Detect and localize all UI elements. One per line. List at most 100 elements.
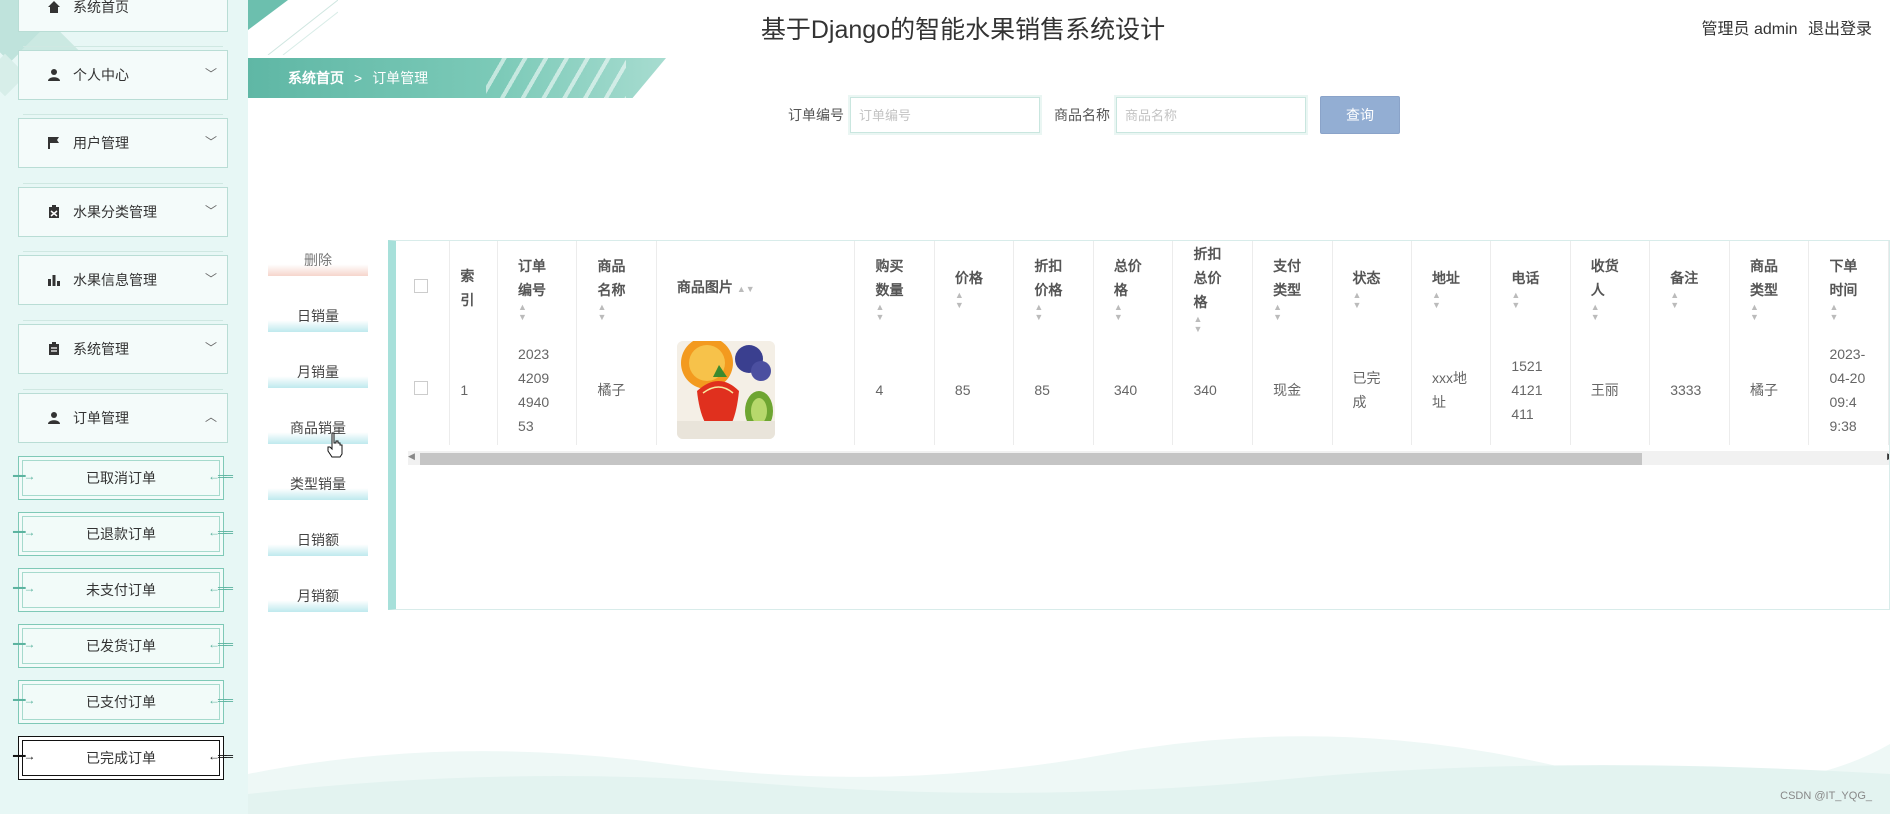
sidebar-subitem-label: 已取消订单 xyxy=(86,470,156,486)
arrow-left-icon: ←══ xyxy=(207,749,233,763)
sort-icon[interactable]: ▲▼ xyxy=(597,302,635,322)
sort-icon[interactable]: ▲▼ xyxy=(1432,290,1470,310)
cell-total: 340 xyxy=(1093,335,1174,445)
column-header[interactable]: 购买数量 ▲ ▼ xyxy=(854,241,935,335)
delete-button[interactable]: 删除 xyxy=(268,250,368,276)
app-title: 基于Django的智能水果销售系统设计 xyxy=(760,16,1166,44)
document-icon xyxy=(45,340,63,358)
sort-icon[interactable]: ▲▼ xyxy=(1750,302,1788,322)
sidebar-item-system[interactable]: 系统管理 ﹀ xyxy=(18,320,228,374)
arrow-left-icon: ←══ xyxy=(207,581,233,595)
table-row[interactable]: 1 202342094940 53 橘子 4 85 85 340 340 现金 … xyxy=(400,335,1889,445)
chevron-down-icon: ﹀ xyxy=(204,67,217,81)
cell-product-image xyxy=(656,335,856,445)
cell-price: 85 xyxy=(934,335,1015,445)
sort-icon[interactable]: ▲▼ xyxy=(1193,314,1232,334)
column-header[interactable]: 状态 ▲ ▼ xyxy=(1332,241,1412,335)
sidebar-subitem-shipped[interactable]: ━━→ 已发货订单 ←══ xyxy=(13,624,233,668)
type-sales-button[interactable]: 类型销量 xyxy=(268,474,368,500)
sidebar-subitem-completed[interactable]: ━━→ 已完成订单 ←══ xyxy=(13,736,233,780)
breadcrumb-home[interactable]: 系统首页 xyxy=(288,68,344,88)
daily-sales-button[interactable]: 日销量 xyxy=(268,306,368,332)
chevron-down-icon: ﹀ xyxy=(204,135,217,149)
sort-icon[interactable]: ▲▼ xyxy=(1273,302,1311,322)
horizontal-scrollbar[interactable]: ◀ ▶ xyxy=(408,451,1889,465)
product-sales-button[interactable]: 商品销量 xyxy=(268,418,368,444)
sort-icon[interactable]: ▲▼ xyxy=(1591,302,1629,322)
sidebar-subitem-label: 已支付订单 xyxy=(86,694,156,710)
column-header[interactable]: 商品名称 ▲ ▼ xyxy=(576,241,657,335)
chevron-down-icon: ﹀ xyxy=(204,204,217,218)
order-no-input[interactable] xyxy=(848,95,1042,135)
sidebar-item-label: 用户管理 xyxy=(73,135,129,151)
column-header[interactable]: 收货人 ▲ ▼ xyxy=(1570,241,1651,335)
product-image[interactable] xyxy=(676,341,775,439)
cell-receiver: 王丽 xyxy=(1570,335,1651,445)
arrow-left-icon: ←══ xyxy=(207,525,233,539)
column-header: 索引 xyxy=(449,241,499,335)
sidebar-item-profile[interactable]: 个人中心 ﹀ xyxy=(18,46,228,100)
sort-icon[interactable]: ▲▼ xyxy=(875,302,913,322)
logout-link[interactable]: 退出登录 xyxy=(1808,21,1872,38)
sidebar-item-fruit-category[interactable]: 水果分类管理 ﹀ xyxy=(18,183,228,237)
daily-revenue-button[interactable]: 日销额 xyxy=(268,530,368,556)
column-header[interactable]: 折扣总价格 ▲ ▼ xyxy=(1172,241,1254,335)
clipboard-icon xyxy=(45,203,63,221)
scrollbar-thumb[interactable] xyxy=(420,453,1642,465)
product-name-input[interactable] xyxy=(1114,95,1308,135)
column-header[interactable]: 订单编号 ▲ ▼ xyxy=(497,241,578,335)
column-header[interactable]: 价格 ▲ ▼ xyxy=(934,241,1015,335)
sort-icon[interactable]: ▲▼ xyxy=(518,302,556,322)
cell-quantity: 4 xyxy=(854,335,935,445)
sort-icon[interactable]: ▲▼ xyxy=(1670,290,1709,310)
sidebar-subitem-refunded[interactable]: ━━→ 已退款订单 ←══ xyxy=(13,512,233,556)
monthly-sales-button[interactable]: 月销量 xyxy=(268,362,368,388)
sort-icon[interactable]: ▲▼ xyxy=(1511,290,1549,310)
sidebar-subitem-unpaid[interactable]: ━━→ 未支付订单 ←══ xyxy=(13,568,233,612)
breadcrumb-separator: > xyxy=(354,70,363,86)
sidebar-item-orders[interactable]: 订单管理 ︿ xyxy=(18,389,228,443)
sidebar-item-label: 系统管理 xyxy=(73,341,129,357)
arrow-left-icon: ←══ xyxy=(207,469,233,483)
sidebar: 系统首页 个人中心 ﹀ 用户管理 ﹀ 水果分类管理 ﹀ 水果信息管理 ﹀ 系统管… xyxy=(0,0,248,814)
column-header[interactable]: 商品图片 ▲▼ xyxy=(656,241,856,335)
sidebar-subitem-paid[interactable]: ━━→ 已支付订单 ←══ xyxy=(13,680,233,724)
sort-icon[interactable]: ▲▼ xyxy=(737,284,755,294)
sort-icon[interactable]: ▲▼ xyxy=(1034,302,1072,322)
column-header[interactable]: 电话 ▲ ▼ xyxy=(1490,241,1571,335)
chevron-up-icon: ︿ xyxy=(204,410,217,424)
sidebar-subitem-label: 已完成订单 xyxy=(86,750,156,766)
column-header[interactable]: 下单时间 ▲ ▼ xyxy=(1808,241,1889,335)
column-header[interactable]: 备注 ▲ ▼ xyxy=(1649,241,1731,335)
cell-index: 1 xyxy=(449,335,499,445)
cell-discount-price: 85 xyxy=(1013,335,1094,445)
sidebar-subitem-label: 已发货订单 xyxy=(86,638,156,654)
arrow-right-icon: ━━→ xyxy=(13,693,35,707)
sidebar-item-users[interactable]: 用户管理 ﹀ xyxy=(18,114,228,168)
breadcrumb-stripes xyxy=(486,58,626,98)
sidebar-item-fruit-info[interactable]: 水果信息管理 ﹀ xyxy=(18,251,228,305)
row-checkbox[interactable] xyxy=(414,381,428,395)
cell-pay-type: 现金 xyxy=(1252,335,1333,445)
query-button[interactable]: 查询 xyxy=(1320,96,1400,134)
breadcrumb: 系统首页 > 订单管理 xyxy=(248,58,666,98)
sidebar-item-label: 水果分类管理 xyxy=(73,204,157,220)
sort-icon[interactable]: ▲▼ xyxy=(955,290,993,310)
column-header[interactable]: 总价格 ▲ ▼ xyxy=(1093,241,1174,335)
column-header[interactable]: 商品类型 ▲ ▼ xyxy=(1729,241,1810,335)
scroll-left-icon[interactable]: ◀ xyxy=(408,451,415,462)
select-all-checkbox[interactable] xyxy=(414,279,428,293)
sidebar-subitem-cancelled[interactable]: ━━→ 已取消订单 ←══ xyxy=(13,456,233,500)
column-header[interactable]: 折扣价格 ▲ ▼ xyxy=(1013,241,1094,335)
watermark: CSDN @IT_YQG_ xyxy=(1780,790,1872,802)
sort-icon[interactable]: ▲▼ xyxy=(1829,302,1868,322)
sort-icon[interactable]: ▲▼ xyxy=(1353,290,1391,310)
column-header[interactable]: 地址 ▲ ▼ xyxy=(1411,241,1492,335)
arrow-right-icon: ━━→ xyxy=(13,749,35,763)
monthly-revenue-button[interactable]: 月销额 xyxy=(268,586,368,612)
column-header[interactable]: 支付类型 ▲ ▼ xyxy=(1252,241,1333,335)
arrow-right-icon: ━━→ xyxy=(13,525,35,539)
sort-icon[interactable]: ▲▼ xyxy=(1114,302,1153,322)
arrow-left-icon: ←══ xyxy=(207,637,233,651)
user-label: 管理员 admin xyxy=(1701,21,1798,38)
